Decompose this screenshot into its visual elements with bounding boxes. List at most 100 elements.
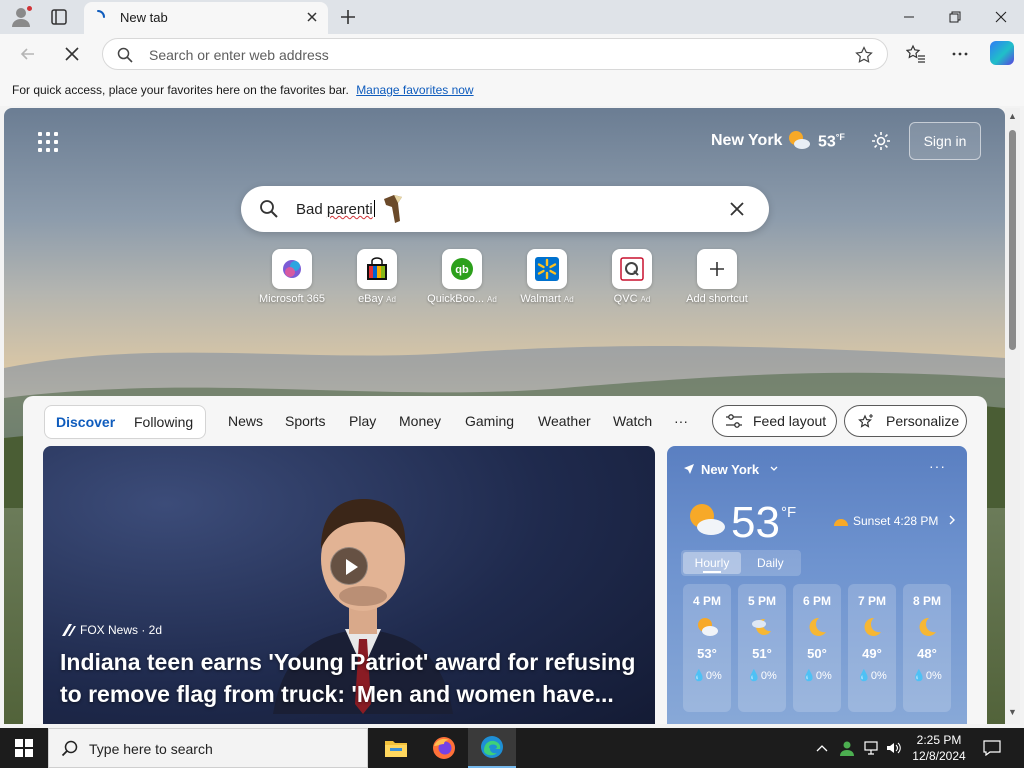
header-city[interactable]: New York [711,132,782,150]
shortcut-label: Microsoft 365 [258,293,326,305]
shortcut-label: eBay [358,293,384,305]
walmart-icon [527,249,567,289]
address-input[interactable] [149,45,829,65]
tab-gaming[interactable]: Gaming [465,413,514,429]
weather-location[interactable]: New York [683,462,779,477]
daily-toggle[interactable]: Daily [757,556,784,570]
new-tab-button[interactable] [338,7,358,27]
tab-sports[interactable]: Sports [285,413,325,429]
search-icon [61,740,79,761]
sign-in-button[interactable]: Sign in [909,122,981,160]
address-bar[interactable] [102,38,888,70]
forecast-hour: 6 PM [802,594,831,608]
loading-spinner-icon [90,9,106,25]
news-feed: Discover Following News Sports Play Mone… [23,396,987,724]
hourly-toggle[interactable]: Hourly [683,552,741,574]
more-tabs-button[interactable]: ··· [674,413,688,429]
scrollbar-thumb[interactable] [1009,130,1016,350]
people-sync-icon[interactable] [836,728,858,768]
web-search-box[interactable]: Bad parenti [241,186,769,232]
back-button[interactable] [18,44,38,64]
shortcut-qvc[interactable]: QVC Ad [591,249,673,305]
notifications-icon[interactable] [978,728,1006,768]
taskbar-edge[interactable] [468,728,516,768]
clear-search-icon[interactable] [729,201,745,220]
news-source[interactable]: FOX News · 2d [60,623,162,637]
show-hidden-icons-chevron-icon[interactable] [812,728,832,768]
shortcut-walmart[interactable]: Walmart Ad [506,249,588,305]
close-tab-icon[interactable] [304,9,320,25]
scroll-up-arrow-icon[interactable]: ▲ [1008,112,1017,121]
tab-actions-icon[interactable] [50,8,68,26]
tab-play[interactable]: Play [349,413,376,429]
firefox-icon [433,737,455,759]
search-query-text[interactable]: Bad parenti [296,200,375,218]
weather-sunset[interactable]: Sunset 4:28 PM [833,514,956,528]
profile-icon[interactable] [10,5,33,28]
navigation-bar [0,34,1024,74]
page-scrollbar[interactable]: ▲ ▼ [1005,108,1020,724]
taskbar-clock[interactable]: 2:25 PM 12/8/2024 [904,732,974,764]
hero-news-card[interactable]: FOX News · 2d Indiana teen earns 'Young … [43,446,655,724]
apps-launcher-icon[interactable] [38,132,58,152]
hourly-forecast-item[interactable]: 4 PM 53° 💧0% [683,584,731,712]
forecast-temp: 53° [697,646,717,661]
weather-card[interactable]: New York ··· 53 °F Sunset 4:28 PM Hourly… [667,446,967,724]
cloud-moon-icon [738,616,786,638]
hourly-forecast-item[interactable]: 6 PM 50° 💧0% [793,584,841,712]
tab-weather[interactable]: Weather [538,413,591,429]
title-bar: New tab [0,0,1024,34]
tab-news[interactable]: News [228,413,263,429]
favorites-icon[interactable] [905,44,926,67]
forecast-temp: 51° [752,646,772,661]
minimize-button[interactable] [886,0,932,34]
news-headline[interactable]: Indiana teen earns 'Young Patriot' award… [60,646,650,710]
ebay-bag-icon [357,249,397,289]
restore-button[interactable] [932,0,978,34]
tab-discover[interactable]: Discover [56,414,115,430]
tab-watch[interactable]: Watch [613,413,652,429]
tab-money[interactable]: Money [399,413,441,429]
header-temperature[interactable]: 53°F [818,132,845,151]
shortcut-quickbooks[interactable]: qb QuickBoo... Ad [421,249,503,305]
personalize-button[interactable]: Personalize [844,405,967,437]
sun-cloud-icon[interactable] [786,128,812,155]
close-window-button[interactable] [978,0,1024,34]
hourly-forecast-item[interactable]: 7 PM 49° 💧0% [848,584,896,712]
forecast-hour: 8 PM [912,594,941,608]
hourly-forecast-item[interactable]: 5 PM 51° 💧0% [738,584,786,712]
network-icon[interactable] [860,728,882,768]
scroll-down-arrow-icon[interactable]: ▼ [1008,708,1017,717]
shortcut-add[interactable]: Add shortcut [676,249,758,305]
shortcut-microsoft-365[interactable]: Microsoft 365 [251,249,333,305]
tab-new-tab[interactable]: New tab [84,2,328,34]
taskbar-firefox[interactable] [420,728,468,768]
quickbooks-icon: qb [442,249,482,289]
windows-start-button[interactable] [0,728,48,768]
shortcut-label: QuickBoo... [427,293,485,305]
taskbar-file-explorer[interactable] [372,728,420,768]
shortcut-ebay[interactable]: eBay Ad [336,249,418,305]
sun-cloud-icon [683,616,731,638]
add-favorite-star-icon[interactable] [855,46,873,67]
taskbar-search-box[interactable]: Type here to search [48,728,368,768]
hourly-forecast-item[interactable]: 8 PM 48° 💧0% [903,584,951,712]
search-icon [117,47,133,66]
volume-icon[interactable] [884,728,904,768]
forecast-precip: 💧0% [747,670,777,682]
tab-following[interactable]: Following [134,414,193,430]
manage-favorites-link[interactable]: Manage favorites now [356,83,473,97]
forecast-precip-value: 0% [925,670,942,682]
more-options-icon[interactable] [950,44,970,67]
search-icon [259,199,279,222]
stop-loading-button[interactable] [62,44,82,64]
header-temp-unit: °F [835,132,845,142]
weather-more-icon[interactable]: ··· [929,458,946,474]
weather-unit: °F [781,504,797,521]
news-source-text: FOX News · 2d [80,623,163,637]
page-settings-gear-icon[interactable] [870,130,892,155]
feed-layout-button[interactable]: Feed layout [712,405,837,437]
play-video-button[interactable] [330,547,368,585]
copilot-icon[interactable] [990,41,1014,65]
clock-time: 2:25 PM [916,733,962,747]
